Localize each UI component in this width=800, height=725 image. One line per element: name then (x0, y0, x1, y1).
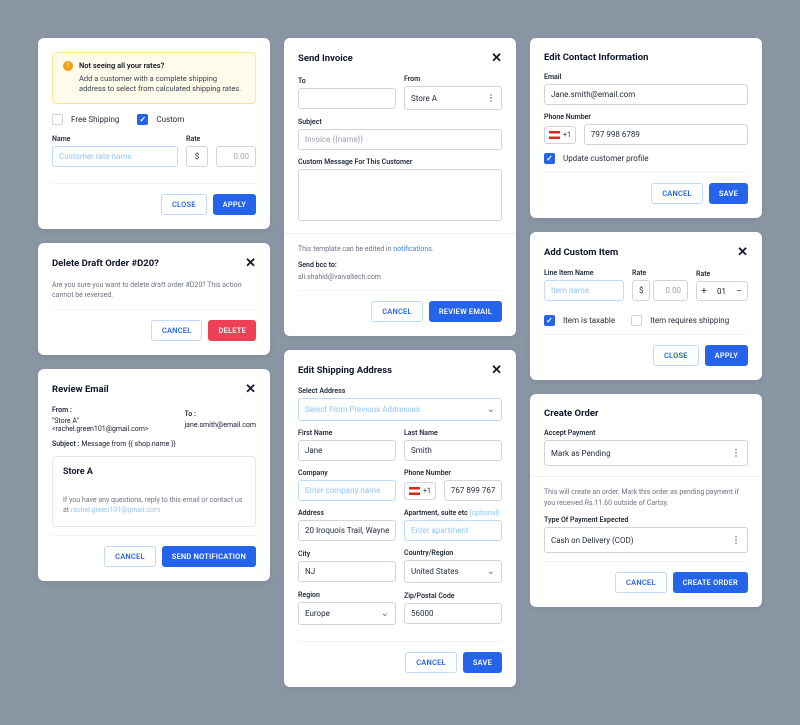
cancel-button[interactable]: CANCEL (371, 301, 423, 322)
send-notification-button[interactable]: SEND NOTIFICATION (162, 546, 256, 567)
delete-body: Are you sure you want to delete draft or… (52, 280, 256, 301)
region-select[interactable]: Europe (298, 602, 396, 625)
subject-value: Message from {{ shop.name }} (81, 440, 176, 448)
requires-shipping-checkbox[interactable]: Item requires shipping (631, 315, 729, 326)
modal-title: Send Invoice (298, 53, 353, 64)
accept-payment-select[interactable]: Mark as Pending (544, 440, 748, 466)
currency-input[interactable] (632, 280, 650, 301)
modal-title: Add Custom Item (544, 247, 618, 258)
warning-icon: ! (63, 61, 73, 71)
rate-name-input[interactable] (52, 146, 178, 167)
cancel-button[interactable]: CANCEL (151, 320, 203, 341)
item-name-input[interactable] (544, 280, 624, 301)
modal-title: Create Order (544, 408, 748, 419)
cancel-button[interactable]: CANCEL (405, 652, 457, 673)
close-icon[interactable]: ✕ (491, 52, 502, 65)
plus-icon: + (697, 282, 711, 300)
rate-input[interactable] (653, 280, 688, 301)
minus-icon: − (732, 282, 746, 300)
address-input[interactable] (298, 520, 396, 541)
currency-input[interactable] (186, 146, 208, 167)
order-note: This will create an order. Mark this ord… (544, 487, 748, 508)
store-name: Store A (63, 467, 245, 477)
review-email-modal: Review Email✕ From :"Store A" <rachel.gr… (38, 369, 270, 581)
from-select[interactable]: Store A (404, 86, 502, 110)
message-textarea[interactable] (298, 169, 502, 221)
subject-input[interactable] (298, 129, 502, 150)
edit-shipping-modal: Edit Shipping Address✕ Select AddressSel… (284, 350, 516, 687)
save-button[interactable]: SAVE (709, 183, 748, 204)
send-invoice-modal: Send Invoice✕ To FromStore A Subject Cus… (284, 38, 516, 336)
close-icon[interactable]: ✕ (245, 383, 256, 396)
rates-alert: ! Not seeing all your rates? Add a custom… (52, 52, 256, 104)
delete-button[interactable]: DELETE (208, 320, 256, 341)
close-icon[interactable]: ✕ (245, 257, 256, 270)
review-email-button[interactable]: REVIEW EMAIL (429, 301, 502, 322)
close-icon[interactable]: ✕ (737, 246, 748, 259)
modal-title: Edit Shipping Address (298, 365, 392, 376)
to-value: jane.smith@email.com (185, 421, 257, 429)
alert-title: Not seeing all your rates? (79, 61, 245, 72)
from-value: "Store A" <rachel.green101@gmail.com> (52, 417, 155, 433)
dots-icon (729, 532, 743, 548)
email-preview: Store A If you have any questions, reply… (52, 456, 256, 527)
edit-contact-modal: Edit Contact Information Email Phone Num… (530, 38, 762, 218)
apply-button[interactable]: APPLY (213, 194, 256, 215)
first-name-input[interactable] (298, 440, 396, 461)
taxable-checkbox[interactable]: Item is taxable (544, 315, 615, 326)
alert-body: Add a customer with a complete shipping … (79, 74, 241, 94)
country-code[interactable]: +1 (404, 482, 436, 500)
city-input[interactable] (298, 561, 396, 582)
rate-input[interactable] (216, 146, 256, 167)
payment-type-select[interactable]: Cash on Delivery (COD) (544, 527, 748, 553)
address-select[interactable]: Select From Previous Addresses (298, 398, 502, 421)
custom-option[interactable]: Custom (137, 114, 184, 125)
phone-input[interactable] (584, 124, 748, 145)
modal-title: Edit Contact Information (544, 52, 748, 63)
to-input[interactable] (298, 88, 396, 109)
cancel-button[interactable]: CANCEL (651, 183, 703, 204)
shipping-rates-modal: ! Not seeing all your rates? Add a custom… (38, 38, 270, 229)
zip-input[interactable] (404, 603, 502, 624)
contact-email: rachel.green101@gmail.com (71, 506, 160, 514)
modal-title: Review Email (52, 384, 109, 395)
flag-icon (409, 487, 420, 495)
company-input[interactable] (298, 480, 396, 501)
email-input[interactable] (544, 84, 748, 105)
cancel-button[interactable]: CANCEL (104, 546, 156, 567)
create-order-button[interactable]: CREATE ORDER (673, 572, 748, 593)
create-order-modal: Create Order Accept PaymentMark as Pendi… (530, 394, 762, 607)
save-button[interactable]: SAVE (463, 652, 502, 673)
bcc-value: ali.shahid@vaivaltech.com (298, 272, 502, 283)
close-icon[interactable]: ✕ (491, 364, 502, 377)
dots-icon (484, 90, 498, 106)
phone-input[interactable] (444, 480, 502, 501)
flag-icon (549, 131, 560, 139)
country-select[interactable]: United States (404, 560, 502, 583)
apartment-input[interactable] (404, 520, 502, 541)
apply-button[interactable]: APPLY (705, 345, 748, 366)
update-profile-checkbox[interactable]: Update customer profile (544, 153, 748, 164)
last-name-input[interactable] (404, 440, 502, 461)
country-code[interactable]: +1 (544, 126, 576, 144)
free-shipping-option[interactable]: Free Shipping (52, 114, 119, 125)
quantity-stepper[interactable]: +01− (696, 281, 748, 301)
close-button[interactable]: CLOSE (653, 345, 699, 366)
delete-draft-modal: Delete Draft Order #D20? ✕ Are you sure y… (38, 243, 270, 355)
dots-icon (729, 445, 743, 461)
close-button[interactable]: CLOSE (161, 194, 207, 215)
notifications-link[interactable]: notifications. (393, 245, 434, 253)
modal-title: Delete Draft Order #D20? (52, 258, 159, 269)
add-custom-item-modal: Add Custom Item✕ Line Item Name Rate Rat… (530, 232, 762, 380)
cancel-button[interactable]: CANCEL (615, 572, 667, 593)
